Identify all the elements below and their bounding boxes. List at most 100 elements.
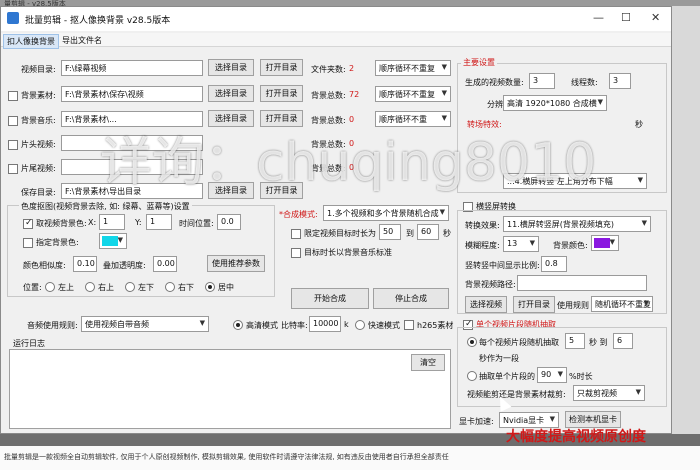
- hq-mode-radio[interactable]: [233, 320, 243, 330]
- recommended-params-button[interactable]: 使用推荐参数: [207, 255, 265, 272]
- specify-bg-color-label: 指定背景色:: [36, 238, 79, 247]
- blur-level-label: 模糊程度:: [465, 241, 500, 250]
- pos-center-radio[interactable]: [205, 282, 215, 292]
- pos-bottom-left-label: 左下: [138, 283, 154, 292]
- app-icon: [7, 12, 19, 24]
- y-label: Y:: [135, 218, 142, 227]
- tail-video-checkbox[interactable]: [8, 164, 18, 174]
- gpu-accel-label: 显卡加速:: [459, 417, 494, 426]
- main-settings-title: 主要设置: [461, 57, 497, 68]
- x-input[interactable]: 1: [99, 214, 125, 230]
- window-title: 批量剪辑 - 抠人像换背景 v28.5版本: [25, 16, 171, 26]
- fast-mode-radio[interactable]: [355, 320, 365, 330]
- pos-center-label: 居中: [218, 283, 234, 292]
- bg-color-picker[interactable]: ▼: [99, 233, 127, 249]
- compose-mode-value: 1.多个视频和多个背景随机合成: [327, 209, 439, 218]
- position-label: 位置:: [23, 283, 42, 292]
- source-crop-select[interactable]: 只裁剪视频 ▼: [573, 385, 645, 401]
- single-clip-select[interactable]: 90 ▼: [537, 367, 567, 383]
- pos-bottom-left-radio[interactable]: [125, 282, 135, 292]
- head-video-checkbox[interactable]: [8, 140, 18, 150]
- each-clip-radio[interactable]: [467, 337, 477, 347]
- limit-to-label: 到: [406, 229, 414, 238]
- video-count-input[interactable]: 3: [529, 73, 555, 89]
- chevron-down-icon: ▼: [549, 415, 555, 423]
- pos-top-left-radio[interactable]: [45, 282, 55, 292]
- bg-count-label: 背景总数:: [311, 91, 346, 100]
- audio-rule-label: 音频使用规则:: [27, 321, 78, 330]
- footer-disclaimer: 批量剪辑是一款视频全自动剪辑软件, 仅用于个人原创视频制作, 模拟剪辑效果, 使…: [4, 453, 449, 461]
- target-by-music-checkbox[interactable]: [291, 248, 301, 258]
- pos-bottom-right-label: 右下: [178, 283, 194, 292]
- resolution-select[interactable]: 高清 1920*1080 合成横 ▼: [503, 95, 607, 111]
- convert-effect-select[interactable]: 11.横屏转竖屏(背景视频填充) ▼: [503, 216, 651, 232]
- log-textarea[interactable]: [9, 349, 451, 429]
- display-ratio-input[interactable]: 0.8: [541, 256, 567, 272]
- open-dir-button[interactable]: 打开目录: [513, 296, 555, 313]
- save-dir-label: 保存目录:: [21, 188, 56, 197]
- convert-effect-label: 转换效果:: [465, 221, 500, 230]
- maximize-button[interactable]: ☐: [621, 11, 631, 24]
- chevron-down-icon: ▼: [637, 176, 643, 184]
- each-clip-label: 每个视频片段随机抽取: [479, 338, 559, 347]
- bg-music-checkbox[interactable]: [8, 116, 18, 126]
- target-by-music-label: 目标时长以背景音乐标准: [304, 248, 392, 257]
- compose-mode-select[interactable]: 1.多个视频和多个背景随机合成 ▼: [323, 205, 449, 221]
- color-similarity-input[interactable]: 0.10: [73, 256, 97, 272]
- time-position-label: 时间位置:: [179, 219, 214, 228]
- take-bg-color-label: 取视频背景色:: [36, 219, 87, 228]
- tab-export-filename[interactable]: 导出文件名: [59, 34, 105, 47]
- each-to-input[interactable]: 6: [613, 333, 633, 349]
- limit-to-input[interactable]: 60: [417, 224, 439, 240]
- bg-video-path-input[interactable]: [517, 275, 647, 291]
- tab-key-person[interactable]: 扣人像换背景: [3, 34, 59, 49]
- bitrate-input[interactable]: 10000: [309, 316, 341, 332]
- blur-level-value: 13: [507, 239, 518, 248]
- bg-color-picker-2[interactable]: ▼: [591, 235, 619, 251]
- bg-material-input[interactable]: F:\背景素材\保存\视频: [61, 86, 203, 102]
- select-bg-dir-button[interactable]: 选择目录: [208, 85, 254, 102]
- pos-top-right-radio[interactable]: [85, 282, 95, 292]
- chevron-down-icon: ▼: [441, 63, 447, 71]
- blend-opacity-label: 叠加透明度:: [103, 261, 146, 270]
- take-bg-color-checkbox[interactable]: [23, 218, 33, 229]
- open-video-dir-button[interactable]: 打开目录: [260, 59, 303, 76]
- use-rule-select[interactable]: 随机循环不重复 ▼: [591, 296, 653, 312]
- single-clip-tail-label: %时长: [569, 372, 593, 381]
- time-position-input[interactable]: 0.0: [217, 214, 241, 230]
- pos-bottom-right-radio[interactable]: [165, 282, 175, 292]
- bg-material-checkbox[interactable]: [8, 91, 18, 101]
- threads-input[interactable]: 3: [609, 73, 631, 89]
- start-compose-button[interactable]: 开始合成: [291, 288, 369, 309]
- bg-order-value: 顺序循环不重复: [379, 90, 435, 99]
- open-bg-dir-button[interactable]: 打开目录: [260, 85, 303, 102]
- each-from-input[interactable]: 5: [565, 333, 585, 349]
- background-window-strip: [672, 6, 700, 434]
- single-clip-radio[interactable]: [467, 371, 477, 381]
- video-order-select[interactable]: 顺序循环不重复 ▼: [375, 60, 451, 76]
- close-button[interactable]: ✕: [651, 11, 660, 24]
- bg-material-label: 背景素材:: [21, 91, 56, 100]
- select-video-dir-button[interactable]: 选择目录: [208, 59, 254, 76]
- y-input[interactable]: 1: [146, 214, 172, 230]
- blur-level-select[interactable]: 13 ▼: [503, 236, 539, 252]
- use-rule-value: 随机循环不重复: [595, 300, 651, 309]
- audio-rule-select[interactable]: 使用视频自带音频 ▼: [81, 316, 209, 332]
- limit-duration-label: 限定视频目标时长为: [304, 229, 376, 238]
- video-dir-input[interactable]: F:\绿幕视频: [61, 60, 203, 76]
- each-to-label: 秒 到: [589, 338, 608, 347]
- video-count-label: 生成的视频数量:: [465, 78, 524, 87]
- minimize-button[interactable]: —: [593, 11, 604, 24]
- h265-checkbox[interactable]: [404, 320, 414, 330]
- keying-group-label: 色度抠图(视频背景去除, 如: 绿幕、蓝幕等)设置: [19, 201, 192, 212]
- limit-from-input[interactable]: 50: [379, 224, 401, 240]
- chevron-down-icon: ▼: [643, 299, 649, 307]
- clear-log-button[interactable]: 清空: [411, 354, 445, 371]
- stop-compose-button[interactable]: 停止合成: [373, 288, 449, 309]
- audio-rule-value: 使用视频自带音频: [85, 320, 149, 329]
- select-video-button[interactable]: 选择视频: [465, 296, 507, 313]
- specify-bg-color-checkbox[interactable]: [23, 238, 33, 248]
- bg-order-select[interactable]: 顺序循环不重复 ▼: [375, 86, 451, 102]
- limit-duration-checkbox[interactable]: [291, 229, 301, 239]
- blend-opacity-input[interactable]: 0.00: [153, 256, 177, 272]
